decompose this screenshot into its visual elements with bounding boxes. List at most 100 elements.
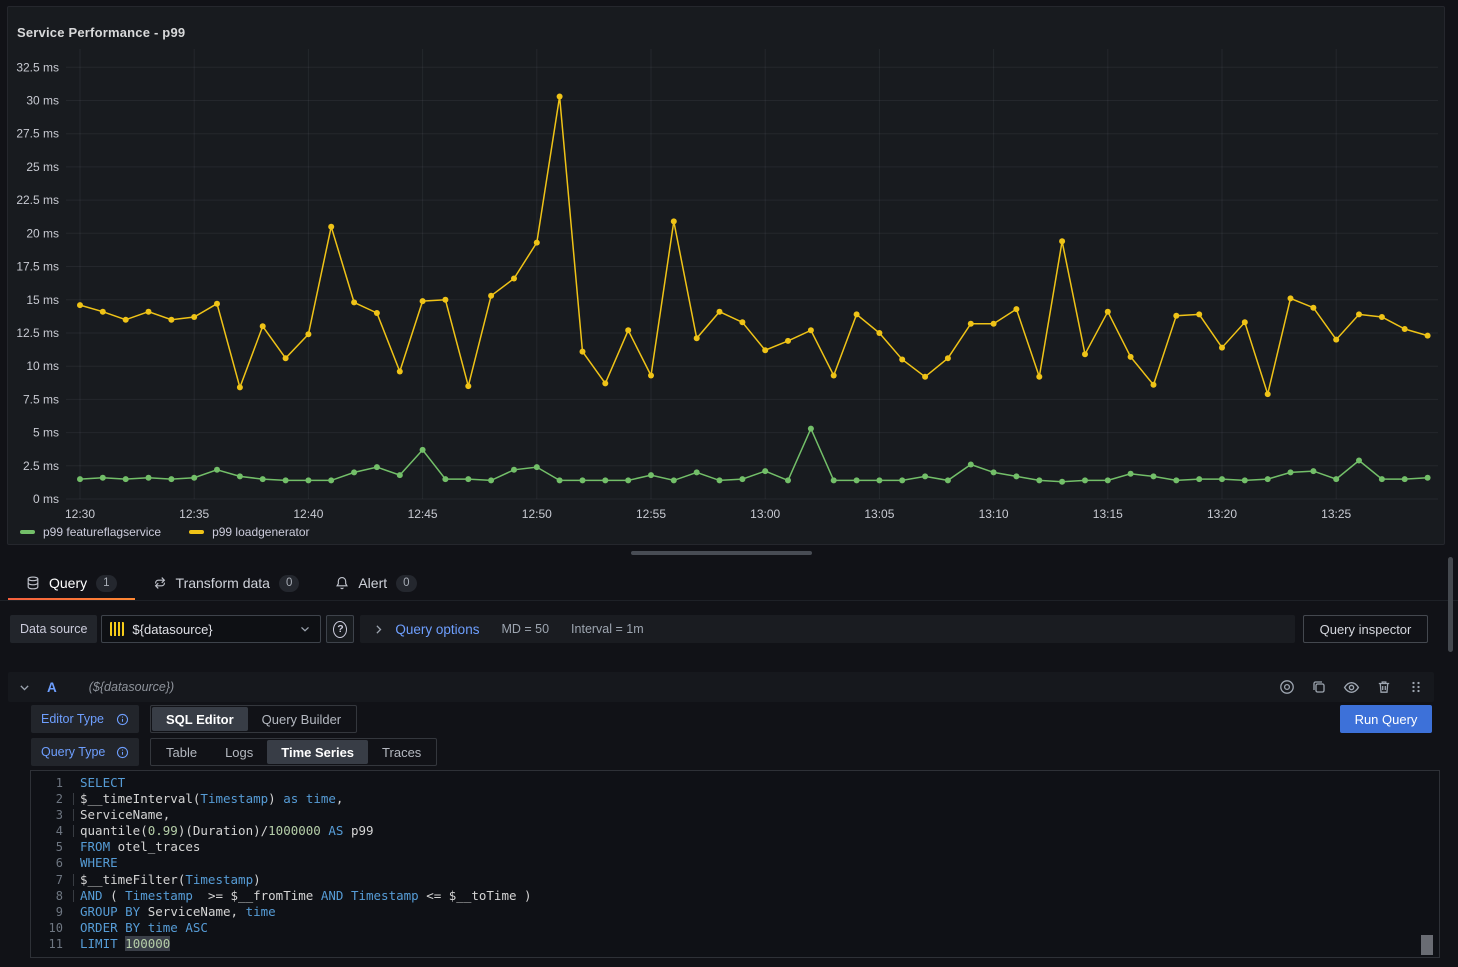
editor-type-option-sql-editor[interactable]: SQL Editor [152,707,248,731]
tab-transform-data[interactable]: Transform data 0 [135,567,318,599]
legend-item[interactable]: p99 loadgenerator [189,525,309,539]
svg-text:13:10: 13:10 [979,507,1009,521]
code-line: 11LIMIT 100000 [31,936,1439,952]
svg-text:10 ms: 10 ms [26,359,59,373]
datasource-picker[interactable]: ${datasource} [101,615,321,643]
record-circle-icon[interactable] [1279,679,1295,695]
svg-text:25 ms: 25 ms [26,160,59,174]
tab-label: Alert [358,575,387,591]
tab-query[interactable]: Query 1 [8,567,135,599]
editor-type-row: Editor Type SQL EditorQuery Builder [31,705,357,733]
editor-scrollbar-thumb[interactable] [1421,935,1433,955]
editor-type-option-query-builder[interactable]: Query Builder [248,707,355,731]
svg-text:22.5 ms: 22.5 ms [16,193,59,207]
query-type-group: TableLogsTime SeriesTraces [150,738,437,766]
svg-text:2.5 ms: 2.5 ms [23,459,59,473]
datasource-toolbar: Data source ${datasource} Query options … [10,615,1428,643]
drag-handle-icon[interactable] [1408,679,1424,695]
max-data-points-value: MD = 50 [501,622,549,636]
query-options-strip[interactable]: Query options MD = 50 Interval = 1m [360,615,1295,643]
code-text: LIMIT 100000 [80,936,170,952]
svg-text:12:50: 12:50 [522,507,552,521]
transform-icon [153,576,167,590]
svg-text:20 ms: 20 ms [26,226,59,240]
code-text: GROUP BY ServiceName, time [80,904,276,920]
line-number: 6 [31,855,63,871]
info-icon[interactable] [116,746,129,759]
query-datasource-hint: (${datasource}) [89,680,174,694]
query-row-actions [1279,679,1424,696]
panel-title: Service Performance - p99 [17,25,185,40]
datasource-help-button[interactable] [326,615,354,643]
editor-type-group: SQL EditorQuery Builder [150,705,357,733]
query-type-option-time-series[interactable]: Time Series [267,740,368,764]
svg-text:7.5 ms: 7.5 ms [23,392,59,406]
svg-text:12:55: 12:55 [636,507,666,521]
code-text: ServiceName, [80,807,170,823]
legend-item[interactable]: p99 featureflagservice [20,525,161,539]
bell-icon [335,576,349,590]
line-number: 2 [31,791,63,807]
help-icon [333,621,347,638]
svg-text:13:15: 13:15 [1093,507,1123,521]
code-line: 1SELECT [31,775,1439,791]
code-text: quantile(0.99)(Duration)/1000000 AS p99 [80,823,374,839]
code-text: ORDER BY time ASC [80,920,208,936]
tab-label: Transform data [176,575,270,591]
query-inspector-button[interactable]: Query inspector [1303,615,1428,643]
tab-label: Query [49,575,87,591]
svg-text:32.5 ms: 32.5 ms [16,60,59,74]
timeseries-chart[interactable]: 0 ms2.5 ms5 ms7.5 ms10 ms12.5 ms15 ms17.… [8,7,1444,544]
code-line: 5 FROM otel_traces [31,839,1439,855]
page-scrollbar[interactable] [1448,557,1453,652]
svg-text:0 ms: 0 ms [33,492,59,506]
legend-series-label: p99 loadgenerator [212,525,309,539]
info-icon[interactable] [116,713,129,726]
code-line: 10 ORDER BY time ASC [31,920,1439,936]
sql-code-editor[interactable]: 1SELECT2$__timeInterval(Timestamp) as ti… [30,770,1440,958]
code-line: 2$__timeInterval(Timestamp) as time, [31,791,1439,807]
delete-query-trash-icon[interactable] [1376,679,1392,695]
svg-text:17.5 ms: 17.5 ms [16,260,59,274]
editor-type-label: Editor Type [31,705,139,733]
tab-count-badge: 0 [279,575,299,592]
code-line: 3ServiceName, [31,807,1439,823]
legend-series-color [20,530,35,534]
line-number: 7 [31,872,63,888]
code-text: FROM otel_traces [80,839,200,855]
duplicate-query-icon[interactable] [1311,679,1327,695]
line-number: 8 [31,888,63,904]
svg-text:13:25: 13:25 [1321,507,1351,521]
svg-text:13:20: 13:20 [1207,507,1237,521]
db-icon [26,576,40,590]
line-number: 10 [31,920,63,936]
datasource-label: Data source [10,615,97,643]
tabs-divider [0,600,1458,601]
chart-svg: 0 ms2.5 ms5 ms7.5 ms10 ms12.5 ms15 ms17.… [8,7,1444,544]
svg-text:27.5 ms: 27.5 ms [16,127,59,141]
code-line: 6 WHERE [31,855,1439,871]
tab-alert[interactable]: Alert0 [317,567,434,599]
run-query-button[interactable]: Run Query [1340,705,1432,733]
svg-text:12:30: 12:30 [65,507,95,521]
svg-text:12:45: 12:45 [408,507,438,521]
line-number: 5 [31,839,63,855]
code-line: 8AND ( Timestamp >= $__fromTime AND Time… [31,888,1439,904]
editor-tabs: Query 1 Transform data 0 Alert0 [8,567,435,599]
legend-series-color [189,530,204,534]
tab-count-badge: 1 [96,575,116,592]
code-text: WHERE [80,855,118,871]
query-row-header: A (${datasource}) [8,672,1434,702]
hide-query-eye-icon[interactable] [1343,679,1360,696]
timeseries-panel: Service Performance - p99 0 ms2.5 ms5 ms… [7,6,1445,545]
svg-text:15 ms: 15 ms [26,293,59,307]
query-type-option-table[interactable]: Table [152,740,211,764]
line-number: 1 [31,775,63,791]
query-options-link[interactable]: Query options [395,622,479,637]
clickhouse-icon [110,622,124,636]
code-line: 7$__timeFilter(Timestamp) [31,872,1439,888]
panel-resize-handle[interactable] [631,551,812,555]
query-type-option-logs[interactable]: Logs [211,740,267,764]
query-type-option-traces[interactable]: Traces [368,740,435,764]
collapse-chevron-icon[interactable] [18,681,31,694]
